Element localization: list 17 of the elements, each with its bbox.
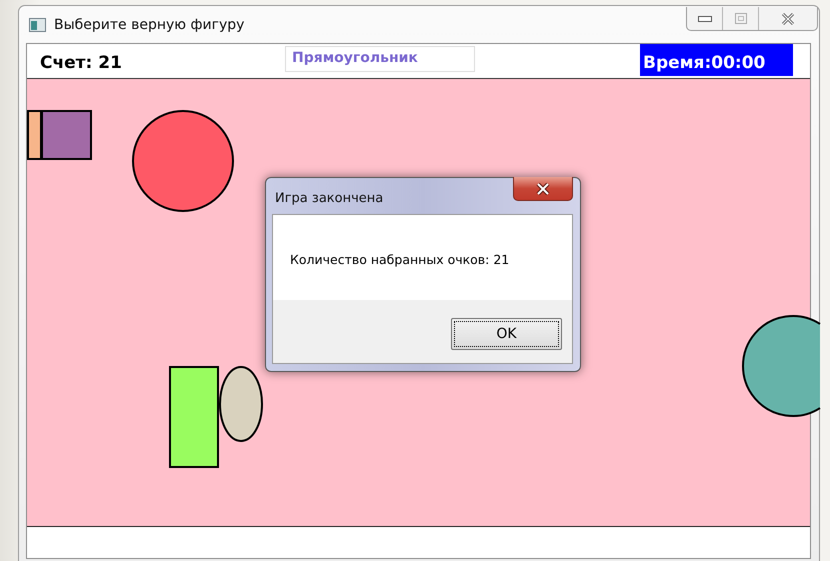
circle-shape[interactable] <box>132 110 234 212</box>
dialog-title: Игра закончена <box>275 190 384 206</box>
maximize-icon <box>734 13 746 24</box>
close-button[interactable] <box>513 177 573 201</box>
timer-label: Время:00:00 <box>640 44 793 76</box>
minimize-icon <box>698 16 712 22</box>
ok-button[interactable]: OK <box>451 318 562 350</box>
rectangle-shape[interactable] <box>27 110 42 160</box>
app-icon <box>29 18 46 32</box>
score-label: Счет: 21 <box>40 52 123 72</box>
close-icon <box>780 12 796 24</box>
dialog-message: Количество набранных очков: 21 <box>290 252 510 267</box>
target-shape-label: Прямоугольник <box>285 46 475 72</box>
close-icon <box>536 182 550 194</box>
window-title: Выберите верную фигуру <box>54 16 244 32</box>
ellipse-shape[interactable] <box>219 366 263 442</box>
rectangle-shape[interactable] <box>169 366 219 468</box>
